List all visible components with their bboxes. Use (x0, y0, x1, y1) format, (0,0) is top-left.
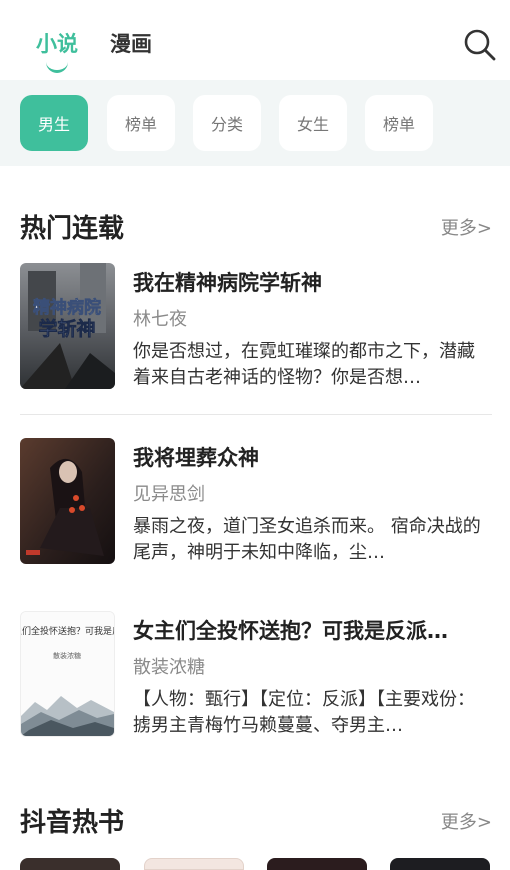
cover-author: 散装浓糖 (53, 651, 81, 660)
divider (20, 414, 492, 415)
book-cover[interactable] (20, 858, 120, 870)
search-icon[interactable] (463, 28, 497, 62)
book-cover[interactable] (390, 858, 490, 870)
book-cover[interactable] (144, 858, 244, 870)
tab-comic[interactable]: 漫画 (110, 28, 152, 58)
book-title[interactable]: 我将埋葬众神 (133, 442, 491, 472)
cover-title: 女主们全投怀送抱？可我是反派 (21, 625, 114, 637)
category-tab-male[interactable]: 男生 (20, 95, 88, 151)
book-author: 见异思剑 (133, 484, 205, 505)
more-link-douyin[interactable]: 更多> (441, 808, 492, 834)
book-cover[interactable] (267, 858, 367, 870)
category-tab-category[interactable]: 分类 (193, 95, 261, 151)
tab-novel[interactable]: 小说 (36, 28, 78, 58)
category-tab-female[interactable]: 女生 (279, 95, 347, 151)
more-link-hot[interactable]: 更多> (441, 214, 492, 240)
book-cover[interactable]: 女主们全投怀送抱？可我是反派 散装浓糖 (20, 611, 115, 737)
book-item[interactable]: 我将埋葬众神 见异思剑 暴雨之夜，道门圣女追杀而来。 宿命决战的尾声，神明于未知… (20, 438, 492, 566)
tab-active-indicator (46, 62, 68, 73)
book-cover[interactable] (20, 438, 115, 564)
book-item[interactable]: 精神病院 学斩神 我在精神病院学斩神 林七夜 你是否想过，在霓虹璀璨的都市之下，… (20, 263, 492, 391)
section-title-douyin: 抖音热书 (20, 808, 125, 838)
svg-text:学斩神: 学斩神 (38, 317, 95, 340)
book-author: 林七夜 (133, 309, 187, 330)
book-description: 【人物：甄行】【定位：反派】【主要戏份：掳男主青梅竹马赖蔓蔓、夺男主… (133, 689, 475, 736)
book-title[interactable]: 我在精神病院学斩神 (133, 267, 491, 297)
category-tab-ranking[interactable]: 榜单 (107, 95, 175, 151)
book-cover[interactable]: 精神病院 学斩神 (20, 263, 115, 389)
book-item[interactable]: 女主们全投怀送抱？可我是反派 散装浓糖 女主们全投怀送抱？可我是反派… 散装浓糖… (20, 611, 492, 739)
top-bar: 小说 漫画 (0, 0, 510, 80)
book-description: 你是否想过，在霓虹璀璨的都市之下，潜藏着来自古老神话的怪物？你是否想… (133, 341, 475, 388)
category-tab-ranking-2[interactable]: 榜单 (365, 95, 433, 151)
category-tabs: 男生 榜单 分类 女生 榜单 (0, 80, 510, 166)
book-title[interactable]: 女主们全投怀送抱？可我是反派… (133, 615, 491, 645)
book-description: 暴雨之夜，道门圣女追杀而来。 宿命决战的尾声，神明于未知中降临，尘… (133, 516, 481, 563)
section-title-hot: 热门连载 (20, 214, 125, 244)
book-author: 散装浓糖 (133, 657, 205, 678)
svg-text:精神病院: 精神病院 (33, 297, 101, 318)
